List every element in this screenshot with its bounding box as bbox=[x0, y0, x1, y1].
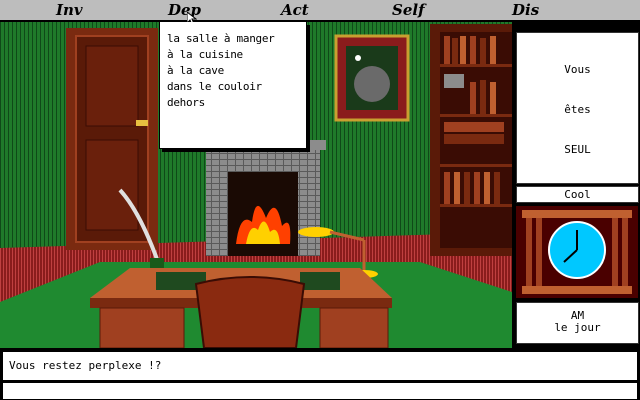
time-of-day-panel: AM le jour bbox=[516, 302, 639, 344]
dropdown-item[interactable]: à la cave bbox=[167, 64, 224, 77]
menu-inv[interactable]: Inv bbox=[56, 0, 83, 20]
menu-act[interactable]: Act bbox=[281, 0, 309, 20]
dropdown-item[interactable]: à la cuisine bbox=[167, 48, 243, 61]
input-bar[interactable] bbox=[2, 382, 638, 400]
clock-icon bbox=[522, 210, 632, 294]
wall-painting[interactable] bbox=[334, 34, 410, 122]
dropdown-item[interactable]: la salle à manger bbox=[167, 32, 275, 45]
message-text: Vous restez perplexe !? bbox=[9, 359, 162, 372]
clock-frame bbox=[516, 206, 638, 298]
presence-line-1: Vous bbox=[564, 63, 591, 76]
fireplace[interactable] bbox=[200, 140, 326, 256]
door[interactable] bbox=[66, 28, 158, 250]
presence-panel: Vous êtes SEUL bbox=[516, 32, 639, 184]
mood-indicator: Cool bbox=[516, 186, 639, 203]
menu-self[interactable]: Self bbox=[392, 0, 425, 20]
bookshelf[interactable] bbox=[430, 24, 512, 256]
presence-line-2: êtes bbox=[564, 103, 591, 116]
dep-dropdown-menu: la salle à manger à la cuisine à la cave… bbox=[159, 22, 307, 149]
dropdown-item[interactable]: dans le couloir bbox=[167, 80, 262, 93]
presence-line-3: SEUL bbox=[564, 143, 591, 156]
message-bar: Vous restez perplexe !? bbox=[2, 351, 638, 381]
daytime-label: le jour bbox=[554, 321, 601, 334]
menu-bar: Inv Dep Act Self Dis bbox=[0, 0, 640, 26]
dropdown-item[interactable]: dehors bbox=[167, 96, 205, 109]
desk-chair[interactable] bbox=[194, 276, 306, 348]
menu-dis[interactable]: Dis bbox=[512, 0, 539, 20]
